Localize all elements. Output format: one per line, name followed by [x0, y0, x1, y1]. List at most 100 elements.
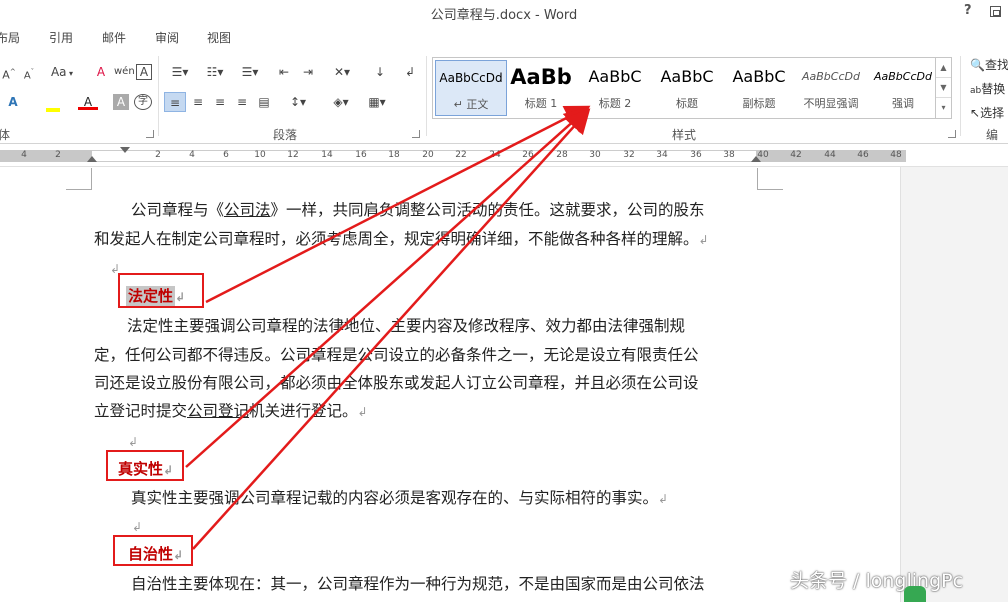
gallery-more-icon[interactable]: ▾ — [936, 98, 951, 118]
font-group-label: 体 — [0, 128, 11, 142]
style-heading-1[interactable]: AaBb 标题 1 — [509, 60, 573, 116]
gallery-up-icon[interactable]: ▲ — [936, 58, 951, 78]
style-subtitle[interactable]: AaBbC 副标题 — [723, 60, 795, 116]
horizontal-ruler[interactable]: 4 2 2 4 6 10 12 14 16 18 20 22 24 26 28 … — [0, 145, 1008, 167]
paragraph-dialog-launcher[interactable] — [412, 130, 420, 138]
group-separator — [158, 56, 159, 136]
character-shading-icon[interactable]: A — [113, 94, 129, 110]
bullets-icon[interactable]: ☰▾ — [166, 62, 194, 82]
select-icon: ↖ — [970, 106, 981, 120]
replace-button[interactable]: ab替换 — [970, 80, 1005, 97]
paragraph-1-line-1: 公司章程与《公司法》一样，共同肩负调整公司活动的责任。这就要求，公司的股东 — [94, 198, 705, 220]
numbering-icon[interactable]: ☷▾ — [200, 62, 230, 82]
align-right-icon[interactable]: ≡ — [210, 92, 230, 112]
tab-layout[interactable]: 布局 — [0, 29, 20, 46]
find-label: 查找 — [984, 58, 1008, 72]
increase-indent-icon[interactable]: ⇥ — [298, 62, 318, 82]
ruler-tick: 48 — [890, 150, 902, 160]
replace-icon: ab — [970, 86, 982, 96]
paragraph-mark-icon: ↲ — [698, 233, 709, 247]
style-emphasis[interactable]: AaBbCcDd 强调 — [867, 60, 939, 116]
ruler-tick: 34 — [656, 150, 668, 160]
find-icon: 🔍 — [970, 58, 985, 72]
align-center-icon[interactable]: ≡ — [188, 92, 208, 112]
grow-font-icon[interactable]: A^ — [0, 62, 18, 82]
ruler-tick: 44 — [824, 150, 836, 160]
highlight-color-icon[interactable] — [42, 92, 64, 112]
style-sample: AaBb — [510, 65, 572, 89]
text: 自治性主要体现在：其一，公司章程作为一种行为规范，不是由国家而是由公司依法 — [131, 575, 705, 593]
text: 法定性主要强调公司章程的法律地位、主要内容及修改程序、效力都由法律强制规 — [127, 317, 686, 335]
style-subtle-emphasis[interactable]: AaBbCcDd 不明显强调 — [795, 60, 867, 116]
style-sample: AaBbCcDd — [874, 70, 932, 83]
shrink-font-icon[interactable]: Aˇ — [20, 62, 38, 82]
ruler-tick: 24 — [489, 150, 501, 160]
align-left-icon[interactable]: ≡ — [164, 92, 186, 112]
paragraph-3-line-1: 真实性主要强调公司章程记载的内容必须是客观存在的、与实际相符的事实。↲ — [94, 486, 668, 508]
text: 定，任何公司都不得违反。公司章程是公司设立的必备条件之一，无论是设立有限责任公 — [94, 346, 699, 364]
annotation-box-autonomy — [113, 535, 193, 566]
clear-formatting-icon[interactable]: A — [92, 62, 110, 82]
line-spacing-icon[interactable]: ↕▾ — [284, 92, 312, 112]
paragraph-1-line-2: 和发起人在制定公司章程时，必须考虑周全，规定得明确详细，不能做各种各样的理解。↲ — [94, 227, 709, 249]
ruler-tick: 18 — [388, 150, 400, 160]
shading-icon[interactable]: ◈▾ — [326, 92, 356, 112]
font-dialog-launcher[interactable] — [146, 130, 154, 138]
find-button[interactable]: 🔍查找 — [970, 56, 1008, 73]
decrease-indent-icon[interactable]: ⇤ — [274, 62, 294, 82]
ruler-tick: 14 — [321, 150, 333, 160]
tab-references[interactable]: 引用 — [49, 29, 73, 46]
phonetic-guide-icon[interactable]: wén — [114, 62, 135, 82]
margin-corner-left — [66, 168, 92, 190]
text: 真实性主要强调公司章程记载的内容必须是客观存在的、与实际相符的事实。 — [131, 489, 659, 507]
style-name: 标题 — [676, 97, 698, 110]
ribbon: A^ Aˇ Aa ▾ A wén A A A A 字 体 ☰▾ ☷▾ ☰▾ ⇤ … — [0, 48, 1008, 159]
sort-icon[interactable]: ↓ — [370, 62, 390, 82]
select-label: 选择 — [980, 106, 1005, 120]
paragraph-mark-icon: ↲ — [357, 405, 368, 419]
window-title: 公司章程与.docx - Word — [430, 8, 578, 23]
style-title[interactable]: AaBbC 标题 — [651, 60, 723, 116]
group-separator — [960, 56, 961, 136]
styles-dialog-launcher[interactable] — [948, 130, 956, 138]
style-sample: AaBbC — [588, 67, 642, 86]
hyperlink-company-law[interactable]: 公司法 — [224, 201, 271, 219]
tab-review[interactable]: 审阅 — [155, 29, 179, 46]
style-name: 副标题 — [742, 97, 776, 110]
distributed-icon[interactable]: ▤ — [254, 92, 274, 112]
style-normal[interactable]: AaBbCcDd ↵ 正文 — [435, 60, 507, 116]
first-line-indent-marker[interactable] — [120, 147, 130, 153]
hyperlink-registration[interactable]: 公司登记 — [187, 402, 249, 420]
multilevel-list-icon[interactable]: ☰▾ — [236, 62, 264, 82]
change-case-button[interactable]: Aa ▾ — [48, 62, 76, 82]
restore-ribbon-icon[interactable] — [990, 6, 1001, 17]
ruler-tick: 4 — [21, 150, 27, 160]
page-background — [900, 167, 1008, 602]
font-color-icon[interactable]: A — [78, 92, 98, 110]
ruler-tick: 22 — [455, 150, 467, 160]
borders-icon[interactable]: ▦▾ — [362, 92, 392, 112]
text-effects-icon[interactable]: A — [4, 92, 22, 112]
style-heading-2[interactable]: AaBbC 标题 2 — [579, 60, 651, 116]
style-name: 标题 1 — [524, 97, 558, 110]
right-indent-marker[interactable] — [751, 156, 761, 162]
left-indent-marker[interactable] — [87, 156, 97, 162]
ruler-tick: 26 — [522, 150, 534, 160]
gallery-scroll[interactable]: ▲ ▼ ▾ — [935, 58, 951, 118]
chinese-layout-icon[interactable]: ✕▾ — [328, 62, 356, 82]
tab-view[interactable]: 视图 — [207, 29, 231, 46]
help-button[interactable]: ? — [964, 3, 972, 18]
style-name: 强调 — [892, 97, 914, 110]
gallery-down-icon[interactable]: ▼ — [936, 78, 951, 98]
select-button[interactable]: ↖选择 — [970, 104, 1004, 121]
text: 机关进行登记。 — [249, 402, 358, 420]
tab-mailings[interactable]: 邮件 — [102, 29, 126, 46]
show-marks-icon[interactable]: ↲ — [400, 62, 420, 82]
character-border-icon[interactable]: A — [136, 64, 152, 80]
styles-group-label: 样式 — [672, 128, 697, 142]
ruler-tick: 20 — [422, 150, 434, 160]
justify-icon[interactable]: ≡ — [232, 92, 252, 112]
ruler-tick: 46 — [857, 150, 869, 160]
enclose-characters-icon[interactable]: 字 — [134, 94, 152, 110]
annotation-box-legality — [118, 273, 204, 308]
